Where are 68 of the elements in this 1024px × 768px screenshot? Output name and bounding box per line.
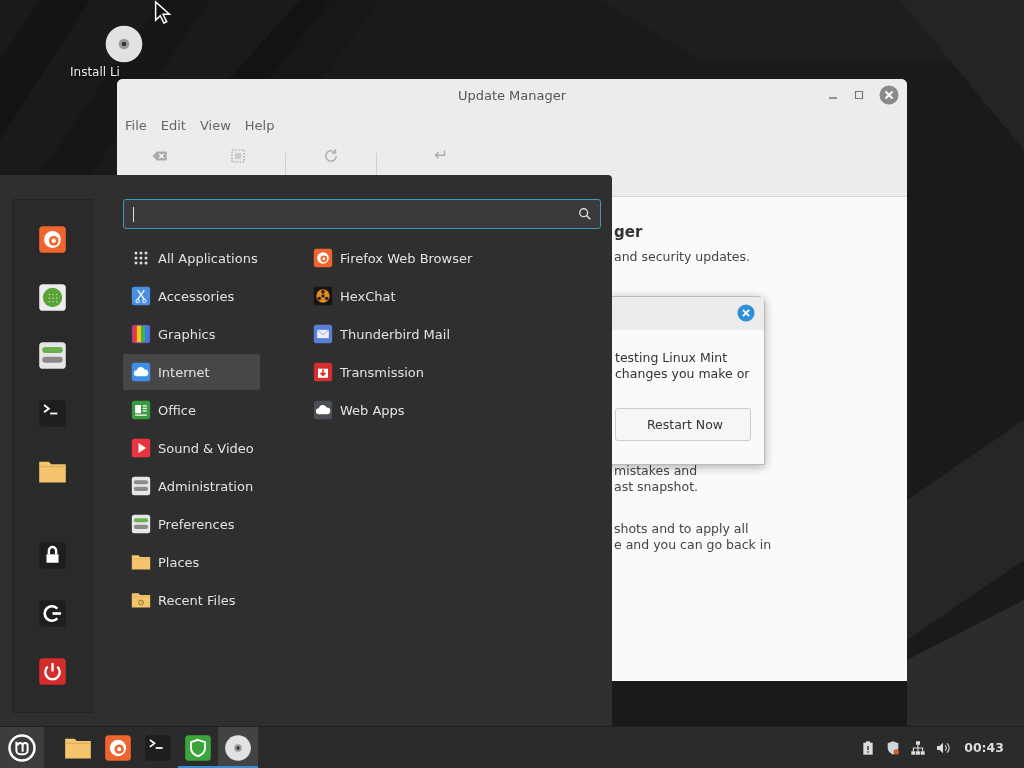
- play-icon: [131, 438, 151, 458]
- maximize-icon[interactable]: [853, 89, 865, 101]
- text-line: and security updates.: [614, 249, 751, 265]
- grid-icon[interactable]: [38, 283, 67, 312]
- text-line: shots and to apply all: [614, 521, 750, 537]
- mail-icon: [313, 324, 333, 344]
- download-icon: [313, 362, 333, 382]
- disc-icon[interactable]: [104, 24, 144, 64]
- category-item[interactable]: Internet: [123, 354, 260, 390]
- network-icon[interactable]: [910, 739, 927, 756]
- menu-item[interactable]: Help: [244, 117, 275, 133]
- shield-icon: [184, 733, 212, 762]
- text-line: mistakes and: [614, 463, 699, 479]
- menu-item[interactable]: Edit: [160, 117, 186, 133]
- folder-icon: [131, 552, 151, 572]
- category-item[interactable]: Recent Files: [123, 582, 260, 618]
- document-icon: [131, 400, 151, 420]
- menu-item[interactable]: View: [199, 117, 231, 133]
- swirl-icon: [313, 248, 333, 268]
- toggle-icon: [131, 514, 151, 534]
- application-item[interactable]: Transmission: [305, 354, 473, 390]
- clock[interactable]: 00:43: [964, 740, 1004, 755]
- emblem-icon: [313, 286, 333, 306]
- heading: ger: [614, 223, 644, 241]
- toggle-icon[interactable]: [38, 341, 67, 370]
- category-item[interactable]: All Applications: [123, 240, 260, 276]
- window-title: Update Manager: [457, 87, 567, 103]
- disc-icon: [224, 733, 252, 762]
- swirl-icon[interactable]: [38, 225, 67, 254]
- category-item[interactable]: Places: [123, 544, 260, 580]
- category-item[interactable]: Accessories: [123, 278, 260, 314]
- text-line: ast snapshot.: [614, 479, 700, 495]
- logout-icon[interactable]: [38, 599, 67, 628]
- application-item[interactable]: Firefox Web Browser: [305, 240, 473, 276]
- close-icon[interactable]: [737, 304, 755, 322]
- search-icon: [578, 207, 592, 221]
- power-icon[interactable]: [38, 657, 67, 686]
- restart-button[interactable]: Restart Now: [615, 408, 751, 441]
- scissors-icon: [131, 286, 151, 306]
- swirl-icon: [104, 733, 132, 762]
- taskbar-button[interactable]: [218, 727, 258, 768]
- cloud-icon: [313, 400, 333, 420]
- menu-button[interactable]: [0, 727, 44, 768]
- terminal-icon: [144, 733, 172, 762]
- search-field[interactable]: [123, 199, 601, 229]
- spectrum-icon: [131, 324, 151, 344]
- close-icon[interactable]: [879, 85, 899, 105]
- folder-clock-icon: [131, 590, 151, 610]
- cursor-icon: [153, 0, 173, 24]
- category-item[interactable]: Sound & Video: [123, 430, 260, 466]
- application-item[interactable]: Web Apps: [305, 392, 473, 428]
- category-item[interactable]: Graphics: [123, 316, 260, 352]
- menu-item[interactable]: File: [125, 117, 147, 133]
- toggle-icon: [131, 476, 151, 496]
- text-line: testing Linux Mint: [615, 350, 729, 366]
- desktop-icon-label[interactable]: Install Li: [64, 65, 120, 79]
- category-item[interactable]: Preferences: [123, 506, 260, 542]
- lock-icon[interactable]: [38, 541, 67, 570]
- category-item[interactable]: Office: [123, 392, 260, 428]
- terminal-icon[interactable]: [38, 399, 67, 428]
- text-line: e and you can go back in: [614, 537, 773, 553]
- application-item[interactable]: HexChat: [305, 278, 473, 314]
- shield-icon[interactable]: [885, 739, 902, 756]
- category-item[interactable]: Administration: [123, 468, 260, 504]
- logo-icon: [7, 732, 37, 763]
- application-item[interactable]: Thunderbird Mail: [305, 316, 473, 352]
- text-line: changes you make or: [615, 366, 751, 382]
- cloud-icon: [131, 362, 151, 382]
